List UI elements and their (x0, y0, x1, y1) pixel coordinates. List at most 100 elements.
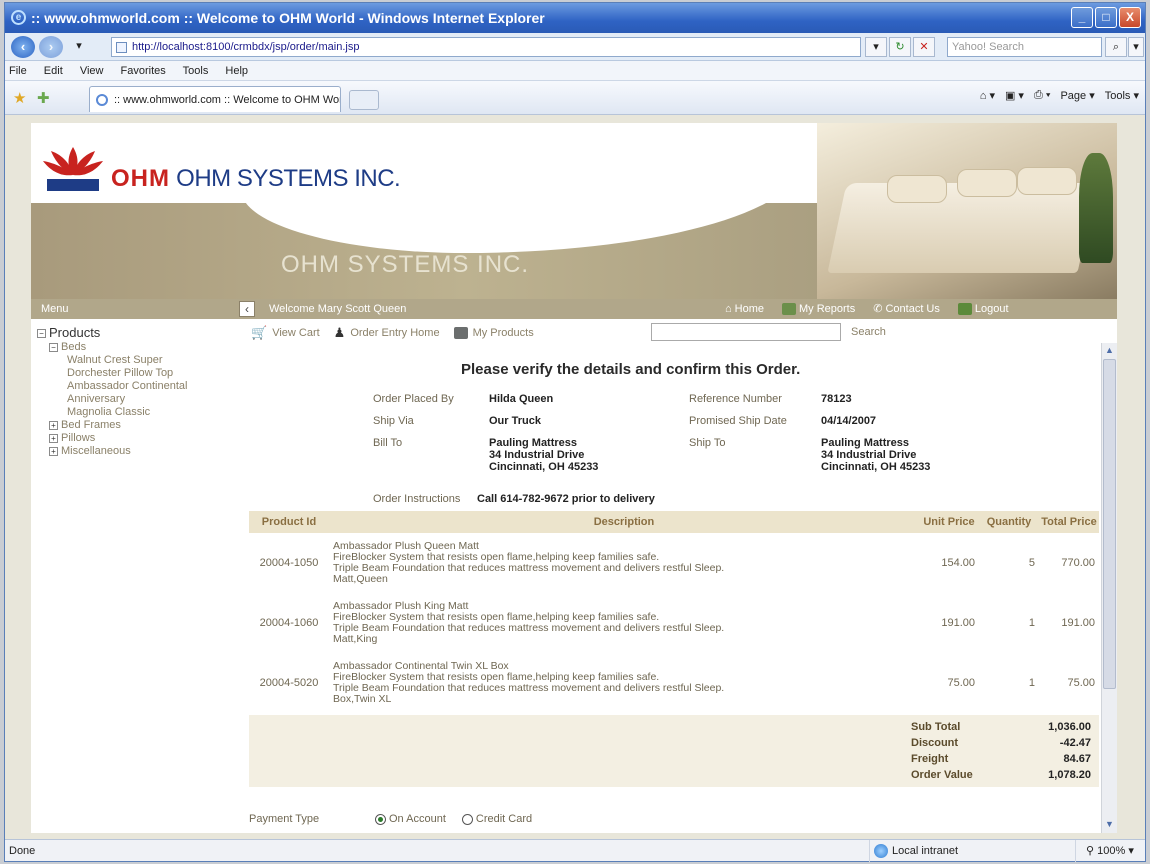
instructions-label: Order Instructions (373, 493, 461, 505)
logout-icon (957, 303, 972, 315)
ship-to-address: Pauling Mattress 34 Industrial Drive Cin… (821, 437, 931, 473)
my-products-link[interactable]: My Products (453, 327, 534, 339)
tree-item[interactable]: Ambassador Continental (37, 380, 227, 393)
order-entry-link[interactable]: ♟ Order Entry Home (334, 325, 440, 341)
tree-bed-frames[interactable]: + Bed Frames (37, 419, 227, 432)
pillow-shape (1017, 167, 1077, 195)
tree-item[interactable]: Walnut Crest Super (37, 354, 227, 367)
close-button[interactable]: X (1119, 7, 1141, 28)
menu-edit[interactable]: Edit (44, 65, 63, 77)
search-input[interactable]: Yahoo! Search (947, 37, 1102, 57)
bill-to-label: Bill To (373, 437, 403, 449)
zoom-icon: ⚲ (1086, 845, 1098, 857)
cell-product-id: 20004-1050 (259, 557, 319, 569)
tree-miscellaneous[interactable]: + Miscellaneous (37, 445, 227, 458)
reference-value: 78123 (821, 393, 852, 405)
cell-total-price: 770.00 (1061, 557, 1095, 569)
cart-icon: 🛒 (251, 325, 268, 340)
url-dropdown-icon[interactable]: ▾ (865, 37, 887, 57)
new-tab-button[interactable] (349, 90, 379, 110)
cell-product-id: 20004-1060 (259, 617, 319, 629)
placed-by-label: Order Placed By (373, 393, 454, 405)
contact-icon: ✆ (873, 303, 883, 315)
print-icon[interactable]: ⎙ ▾ (1034, 89, 1050, 102)
maximize-button[interactable]: □ (1095, 7, 1117, 28)
refresh-icon[interactable]: ↻ (889, 37, 911, 57)
on-account-radio[interactable]: On Account (375, 813, 446, 825)
logout-link[interactable]: Logout (957, 299, 1009, 319)
user-icon: ♟ (333, 325, 346, 340)
ship-to-label: Ship To (689, 437, 726, 449)
view-cart-link[interactable]: 🛒 View Cart (251, 325, 320, 341)
tree-beds[interactable]: − Beds (37, 341, 227, 354)
tree-item[interactable]: Anniversary (37, 393, 227, 406)
products-icon (453, 327, 468, 339)
payment-type-label: Payment Type (249, 813, 320, 825)
reference-label: Reference Number (689, 393, 782, 405)
credit-card-radio[interactable]: Credit Card (461, 813, 532, 825)
title-bar[interactable]: e :: www.ohmworld.com :: Welcome to OHM … (5, 3, 1145, 33)
scroll-down-icon[interactable]: ▼ (1104, 819, 1115, 831)
menu-tools[interactable]: Tools (183, 65, 209, 77)
forward-icon[interactable]: › (39, 36, 63, 58)
url-field[interactable]: http://localhost:8100/crmbdx/jsp/order/m… (111, 37, 861, 57)
expand-icon[interactable]: + (49, 420, 58, 430)
back-icon[interactable]: ‹ (11, 36, 35, 58)
search-icon[interactable]: ⌕ (1105, 37, 1127, 57)
home-toolbar-icon[interactable]: ⌂ ▾ (980, 89, 995, 102)
placed-by-value: Hilda Queen (489, 393, 554, 405)
history-dropdown-icon[interactable]: ▾ (71, 37, 87, 57)
ship-date-value: 04/14/2007 (821, 415, 877, 427)
menu-favorites[interactable]: Favorites (121, 65, 166, 77)
collapse-icon[interactable]: − (37, 329, 46, 339)
payment-type-row: Payment Type On Account Credit Card (249, 813, 532, 825)
stop-icon[interactable]: ✕ (913, 37, 935, 57)
tree-pillows[interactable]: + Pillows (37, 432, 227, 445)
search-options-icon[interactable]: ▾ (1128, 37, 1144, 57)
contact-link[interactable]: ✆ Contact Us (873, 299, 940, 319)
search-button[interactable]: Search (851, 326, 886, 338)
feeds-icon[interactable]: ▣ ▾ (1005, 89, 1024, 102)
collapse-menu-icon[interactable]: ‹ (239, 301, 255, 317)
tree-products[interactable]: − Products (37, 325, 227, 341)
tree-item[interactable]: Magnolia Classic (37, 406, 227, 419)
favorites-star-icon[interactable]: ★ (13, 89, 26, 107)
expand-icon[interactable]: + (49, 433, 58, 443)
globe-icon (874, 844, 888, 858)
page-menu[interactable]: Page ▾ (1060, 89, 1094, 102)
ohm-logo[interactable]: OHM OHM SYSTEMS INC. (41, 143, 401, 193)
menu-view[interactable]: View (80, 65, 104, 77)
scroll-up-icon[interactable]: ▲ (1104, 345, 1115, 357)
expand-icon[interactable]: + (49, 446, 58, 456)
collapse-icon[interactable]: − (49, 342, 58, 352)
home-icon: ⌂ (725, 303, 732, 315)
minimize-button[interactable]: _ (1071, 7, 1093, 28)
favorites-bar: ★ ✚ :: www.ohmworld.com :: Welcome to OH… (5, 81, 1145, 115)
browser-tab[interactable]: :: www.ohmworld.com :: Welcome to OHM Wo… (89, 86, 341, 112)
home-link[interactable]: ⌂ Home (725, 299, 764, 319)
scroll-thumb[interactable] (1103, 359, 1116, 689)
table-row: 20004-5020 Ambassador Continental Twin X… (249, 653, 1099, 713)
reports-link[interactable]: My Reports (782, 299, 855, 319)
instructions-value: Call 614-782-9672 prior to delivery (477, 493, 655, 505)
add-favorite-icon[interactable]: ✚ (37, 89, 50, 107)
col-product-id: Product Id (249, 511, 329, 533)
bedroom-image (817, 123, 1117, 299)
tools-menu[interactable]: Tools ▾ (1105, 89, 1139, 102)
page-icon (116, 42, 127, 53)
zoom-control[interactable]: ⚲ 100% ▾ (1075, 840, 1145, 862)
product-search-input[interactable] (651, 323, 841, 341)
welcome-text: Welcome Mary Scott Queen (269, 303, 407, 315)
table-header-row: Product Id Description Unit Price Quanti… (249, 511, 1099, 533)
ship-date-label: Promised Ship Date (689, 415, 787, 427)
menu-help[interactable]: Help (225, 65, 248, 77)
order-panel: 🛒 View Cart ♟ Order Entry Home My Products… (231, 319, 1117, 833)
address-bar: ‹ › ▾ http://localhost:8100/crmbdx/jsp/o… (5, 33, 1145, 61)
menu-file[interactable]: File (9, 65, 27, 77)
company-name: OHM OHM SYSTEMS INC. (111, 165, 401, 192)
security-zone[interactable]: Local intranet (869, 840, 1019, 862)
tree-item[interactable]: Dorchester Pillow Top (37, 367, 227, 380)
vertical-scrollbar[interactable]: ▲ ▼ (1101, 343, 1117, 833)
page-content: OHM OHM SYSTEMS INC. OHM SYSTEMS INC. Me… (5, 115, 1145, 839)
pillow-shape (887, 175, 947, 203)
